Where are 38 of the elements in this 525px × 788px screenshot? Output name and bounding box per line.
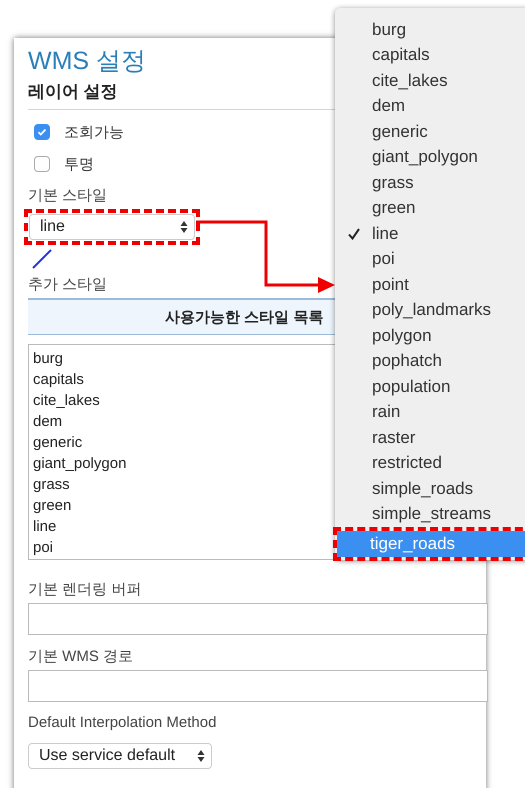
field-label: 기본 WMS 경로 bbox=[28, 647, 133, 666]
menu-item[interactable]: capitals bbox=[335, 42, 525, 68]
menu-item[interactable]: burg bbox=[335, 17, 525, 42]
list-item[interactable]: giant_polygon bbox=[33, 453, 126, 474]
list-item[interactable]: burg bbox=[33, 348, 64, 369]
interpolation-select[interactable]: Use service default bbox=[28, 743, 212, 769]
panel-title: WMS 설정 bbox=[28, 46, 146, 76]
list-item[interactable]: generic bbox=[33, 432, 82, 453]
stepper-icon bbox=[180, 220, 188, 234]
checkmark-icon bbox=[348, 228, 360, 240]
menu-item[interactable]: green bbox=[335, 196, 525, 221]
check-icon bbox=[37, 127, 47, 137]
list-item[interactable]: dem bbox=[33, 411, 62, 432]
list-item[interactable]: line bbox=[33, 516, 56, 537]
checkbox[interactable] bbox=[34, 156, 50, 172]
text-field[interactable] bbox=[28, 603, 488, 635]
field-label: 기본 렌더링 버퍼 bbox=[28, 580, 142, 599]
checkbox-label: 조회가능 bbox=[64, 122, 124, 142]
stepper-icon bbox=[197, 749, 205, 763]
menu-item[interactable]: giant_polygon bbox=[335, 144, 525, 170]
line-style-icon bbox=[32, 249, 52, 269]
list-item[interactable]: grass bbox=[33, 474, 70, 495]
list-item[interactable]: capitals bbox=[33, 369, 84, 390]
field-label: 추가 스타일 bbox=[28, 275, 108, 294]
checkbox[interactable] bbox=[34, 124, 50, 140]
menu-item[interactable]: point bbox=[335, 272, 525, 298]
style-select[interactable]: line bbox=[29, 214, 195, 240]
list-item[interactable]: green bbox=[33, 495, 72, 516]
menu-item[interactable]: grass bbox=[335, 170, 525, 196]
field-label: 기본 스타일 bbox=[28, 186, 108, 205]
list-item[interactable]: cite_lakes bbox=[33, 390, 100, 411]
list-item[interactable]: poi bbox=[33, 537, 54, 558]
menu-item[interactable]: line bbox=[335, 221, 525, 246]
field-label: Default Interpolation Method bbox=[28, 714, 216, 731]
menu-item[interactable]: generic bbox=[335, 119, 525, 144]
checkbox-label: 투명 bbox=[64, 154, 94, 174]
text-field[interactable] bbox=[28, 670, 488, 702]
menu-item[interactable]: poi bbox=[335, 246, 525, 272]
